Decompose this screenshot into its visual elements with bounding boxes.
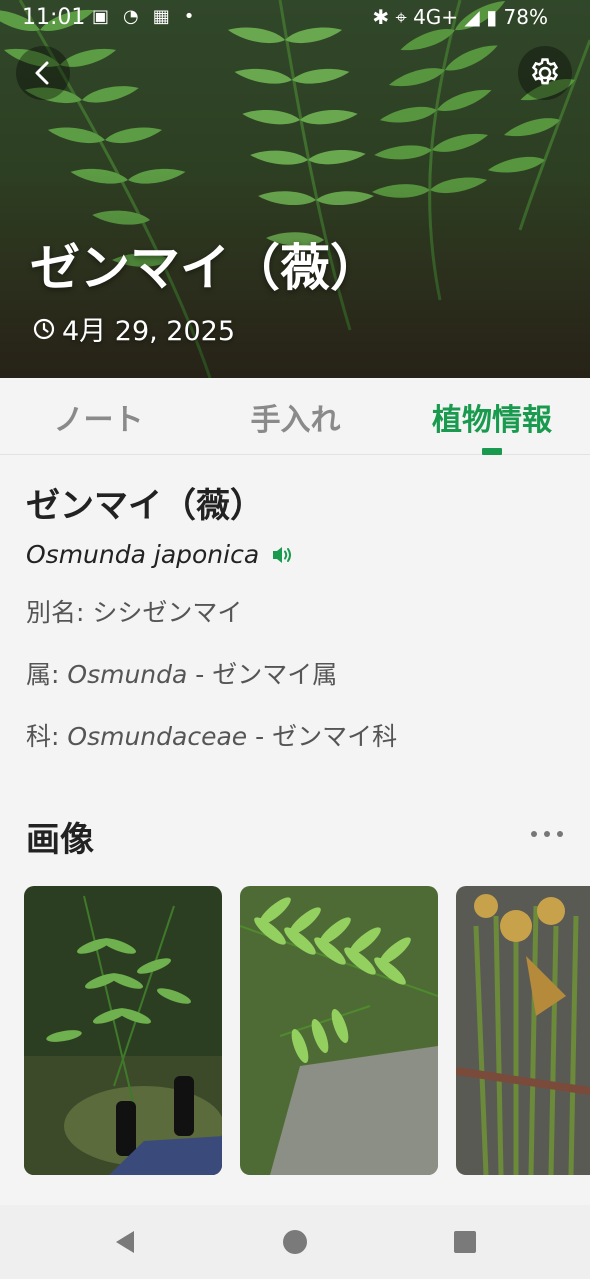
alias-value: シシゼンマイ bbox=[92, 598, 243, 627]
tab-notes[interactable]: ノート bbox=[0, 378, 197, 455]
alias-label: 別名 bbox=[26, 598, 77, 627]
more-dots-icon bbox=[531, 831, 563, 837]
family-latin: Osmundaceae bbox=[67, 722, 248, 751]
status-bar: 11:01 ▣◔▦• ✱ ⌖ 4G+ ◢ ▮ 78% bbox=[0, 0, 590, 36]
system-navigation-bar bbox=[0, 1205, 590, 1279]
cell-signal-icon: ◢ bbox=[464, 5, 480, 29]
tab-bar: ノート 手入れ 植物情報 bbox=[0, 378, 590, 455]
family-row: 科: Osmundaceae - ゼンマイ科 bbox=[26, 722, 398, 751]
network-label: 4G+ bbox=[413, 5, 459, 29]
signal-check-icon: ◔ bbox=[123, 6, 153, 27]
fern-forest-photo bbox=[24, 886, 222, 1175]
plant-image-2[interactable] bbox=[240, 886, 438, 1175]
status-system-icons: ✱ ⌖ 4G+ ◢ ▮ 78% bbox=[372, 5, 548, 29]
settings-button[interactable] bbox=[518, 46, 572, 100]
nav-recents-button[interactable] bbox=[448, 1225, 482, 1259]
dot-icon: • bbox=[183, 6, 209, 27]
status-time: 11:01 bbox=[22, 5, 86, 30]
tab-plant-info-label: 植物情報 bbox=[432, 402, 552, 438]
plant-image-3[interactable] bbox=[456, 886, 590, 1175]
genus-latin: Osmunda bbox=[67, 660, 188, 689]
genus-row: 属: Osmunda - ゼンマイ属 bbox=[26, 660, 338, 689]
family-jp: ゼンマイ科 bbox=[272, 722, 398, 751]
square-recents-icon bbox=[454, 1231, 476, 1253]
status-notification-icons: ▣◔▦• bbox=[92, 6, 208, 27]
sim-icon: ▣ bbox=[92, 6, 124, 27]
battery-level: 78% bbox=[503, 5, 548, 29]
date-text: 4月 29, 2025 bbox=[62, 316, 235, 347]
circle-home-icon bbox=[283, 1230, 307, 1254]
gear-icon bbox=[531, 58, 559, 85]
location-icon: ⌖ bbox=[395, 5, 407, 29]
scientific-name: Osmunda japonica bbox=[26, 540, 260, 569]
nav-home-button[interactable] bbox=[278, 1225, 312, 1259]
clock-icon bbox=[33, 318, 55, 339]
tab-notes-label: ノート bbox=[53, 402, 144, 438]
nav-back-button[interactable] bbox=[108, 1225, 142, 1259]
images-section-title: 画像 bbox=[26, 820, 94, 860]
calendar-icon: ▦ bbox=[152, 6, 184, 27]
fern-frond-photo bbox=[240, 886, 438, 1175]
date-row: 4月 29, 2025 bbox=[32, 309, 235, 348]
speaker-icon[interactable] bbox=[271, 545, 295, 565]
more-options-button[interactable] bbox=[526, 818, 568, 850]
bluetooth-icon: ✱ bbox=[372, 5, 390, 29]
genus-label: 属 bbox=[26, 660, 52, 689]
scientific-name-row: Osmunda japonica bbox=[26, 540, 295, 569]
alias-row: 別名: シシゼンマイ bbox=[26, 598, 243, 627]
plant-name: ゼンマイ（薇） bbox=[26, 486, 264, 526]
chevron-left-icon bbox=[35, 61, 49, 85]
triangle-back-icon bbox=[116, 1231, 134, 1253]
fiddlehead-bundle-photo bbox=[456, 886, 590, 1175]
plant-hero-photo: 11:01 ▣◔▦• ✱ ⌖ 4G+ ◢ ▮ 78% ゼンマイ（薇） 4月 29… bbox=[0, 0, 590, 378]
battery-icon: ▮ bbox=[486, 5, 498, 29]
tab-care-label: 手入れ bbox=[250, 402, 341, 438]
family-label: 科 bbox=[26, 722, 52, 751]
tab-plant-info[interactable]: 植物情報 bbox=[394, 378, 590, 455]
back-button[interactable] bbox=[16, 46, 70, 100]
active-tab-indicator bbox=[482, 448, 502, 455]
genus-jp: ゼンマイ属 bbox=[212, 660, 338, 689]
page-title: ゼンマイ（薇） bbox=[30, 239, 380, 297]
tab-care[interactable]: 手入れ bbox=[197, 378, 394, 455]
plant-image-1[interactable] bbox=[24, 886, 222, 1175]
